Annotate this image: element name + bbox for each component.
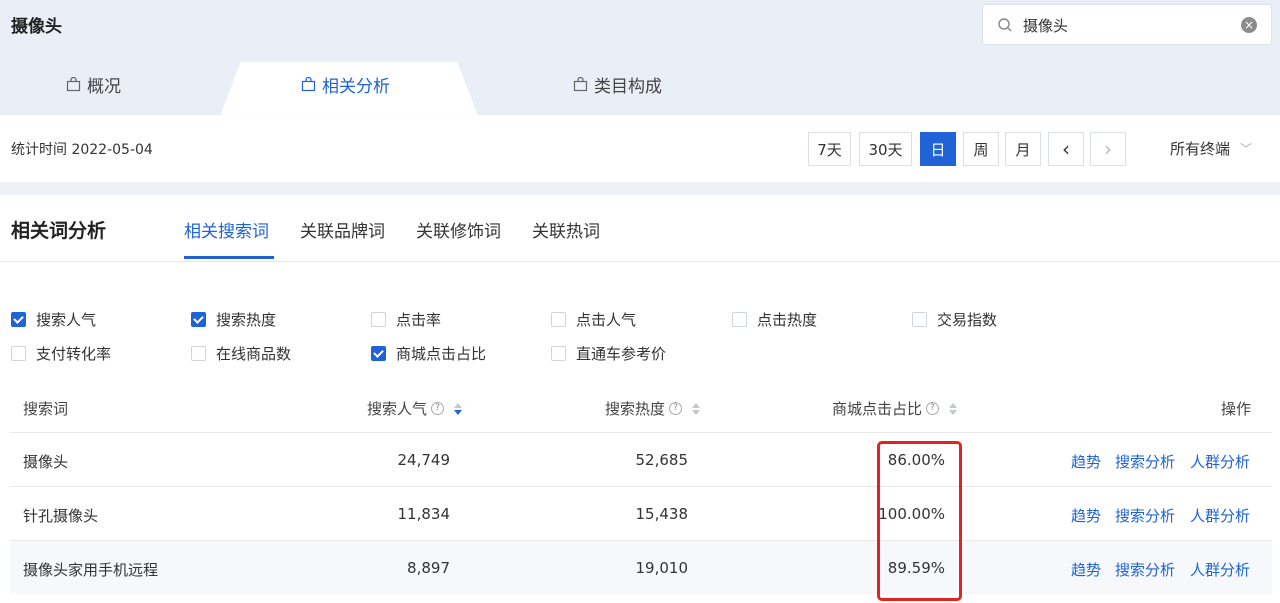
crowd-analysis-link[interactable]: 人群分析 (1190, 505, 1250, 526)
tab-label: 类目构成 (594, 77, 662, 97)
subtab-modifier[interactable]: 关联修饰词 (416, 217, 501, 242)
checkbox-icon (551, 346, 566, 361)
metric-checkbox[interactable]: 搜索人气 (11, 309, 96, 330)
column-header-mall-ratio[interactable]: 商城点击占比 ? (832, 398, 958, 419)
crowd-analysis-link[interactable]: 人群分析 (1190, 451, 1250, 472)
cell-heat: 52,685 (635, 451, 689, 469)
tab-label: 相关分析 (322, 77, 390, 97)
subtab-brand[interactable]: 关联品牌词 (300, 217, 385, 242)
column-header-heat[interactable]: 搜索热度 ? (605, 398, 701, 419)
cell-heat: 15,438 (635, 505, 689, 523)
prev-button[interactable]: ‹ (1048, 132, 1084, 166)
tab-related-analysis[interactable]: 相关分析 (301, 72, 390, 97)
help-icon[interactable]: ? (669, 402, 683, 415)
trend-link[interactable]: 趋势 (1071, 451, 1101, 472)
checkbox-checked-icon (371, 346, 386, 361)
search-input[interactable]: 摄像头 × (982, 4, 1272, 45)
bag-icon (66, 77, 81, 92)
highlight-annotation (877, 441, 962, 601)
tab-category[interactable]: 类目构成 (573, 72, 662, 97)
clear-icon[interactable]: × (1241, 17, 1257, 33)
bag-icon (301, 77, 316, 92)
checkbox-icon (191, 346, 206, 361)
checkbox-icon (551, 312, 566, 327)
period-7d-button[interactable]: 7天 (808, 132, 851, 166)
metric-checkbox[interactable]: 在线商品数 (191, 343, 291, 364)
terminal-label: 所有终端 (1170, 140, 1231, 158)
subtab-hot[interactable]: 关联热词 (532, 217, 600, 242)
search-value[interactable]: 摄像头 (1023, 15, 1068, 36)
section-title: 相关词分析 (11, 220, 107, 242)
checkbox-icon (732, 312, 747, 327)
metric-checkbox[interactable]: 点击热度 (732, 309, 817, 330)
column-header-popularity[interactable]: 搜索人气 ? (367, 398, 463, 419)
subtab-related-search[interactable]: 相关搜索词 (184, 217, 269, 242)
bag-icon (573, 77, 588, 92)
cell-keyword: 摄像头 (23, 453, 69, 471)
metric-checkbox[interactable]: 支付转化率 (11, 343, 111, 364)
trend-link[interactable]: 趋势 (1071, 559, 1101, 580)
metric-checkbox[interactable]: 搜索热度 (191, 309, 276, 330)
tab-overview[interactable]: 概况 (66, 72, 121, 97)
stats-toolbar: 统计时间 2022-05-04 7天 30天 日 周 月 ‹ › 所有终端 ﹀ (0, 115, 1280, 182)
metric-checkbox[interactable]: 交易指数 (912, 309, 997, 330)
cell-heat: 19,010 (635, 559, 689, 577)
header-area: 摄像头 摄像头 × 概况 相关分析 类目构成 (0, 0, 1280, 116)
checkbox-icon (11, 346, 26, 361)
divider (0, 261, 1280, 262)
period-week-button[interactable]: 周 (963, 132, 999, 166)
cell-keyword: 摄像头家用手机远程 (23, 561, 159, 579)
cell-popularity: 8,897 (407, 559, 450, 577)
search-analysis-link[interactable]: 搜索分析 (1115, 451, 1175, 472)
chevron-down-icon: ﹀ (1240, 142, 1253, 156)
cell-popularity: 24,749 (397, 451, 451, 469)
checkbox-icon (912, 312, 927, 327)
help-icon[interactable]: ? (431, 402, 445, 415)
column-header-keyword: 搜索词 (23, 400, 69, 418)
tab-label: 概况 (87, 77, 121, 97)
table-row: 摄像头家用手机远程 8,897 19,010 89.59% 趋势 搜索分析 人群… (10, 540, 1272, 594)
search-analysis-link[interactable]: 搜索分析 (1115, 559, 1175, 580)
section-gap (0, 182, 1280, 195)
search-icon (998, 18, 1012, 32)
checkbox-icon (371, 312, 386, 327)
search-analysis-link[interactable]: 搜索分析 (1115, 505, 1175, 526)
metric-checkbox[interactable]: 点击率 (371, 309, 441, 330)
period-30d-button[interactable]: 30天 (859, 132, 912, 166)
next-button[interactable]: › (1090, 132, 1126, 166)
active-subtab-underline (184, 256, 274, 259)
metric-checkbox[interactable]: 商城点击占比 (371, 343, 486, 364)
sort-icon[interactable] (949, 402, 958, 415)
metric-checkbox[interactable]: 直通车参考价 (551, 343, 666, 364)
cell-popularity: 11,834 (397, 505, 451, 523)
page-title: 摄像头 (11, 17, 62, 37)
trend-link[interactable]: 趋势 (1071, 505, 1101, 526)
metric-checkbox[interactable]: 点击人气 (551, 309, 636, 330)
table-row: 摄像头 24,749 52,685 86.00% 趋势 搜索分析 人群分析 (10, 432, 1272, 486)
column-header-actions: 操作 (1221, 400, 1252, 418)
crowd-analysis-link[interactable]: 人群分析 (1190, 559, 1250, 580)
cell-keyword: 针孔摄像头 (23, 507, 99, 525)
period-month-button[interactable]: 月 (1005, 132, 1041, 166)
sort-icon[interactable] (454, 402, 463, 415)
checkbox-checked-icon (11, 312, 26, 327)
terminal-select[interactable]: 所有终端 ﹀ (1170, 138, 1252, 159)
checkbox-checked-icon (191, 312, 206, 327)
help-icon[interactable]: ? (926, 402, 940, 415)
sort-icon[interactable] (692, 402, 701, 415)
stat-time: 统计时间 2022-05-04 (11, 142, 153, 158)
table-row: 针孔摄像头 11,834 15,438 100.00% 趋势 搜索分析 人群分析 (10, 486, 1272, 540)
period-day-button[interactable]: 日 (920, 132, 956, 166)
